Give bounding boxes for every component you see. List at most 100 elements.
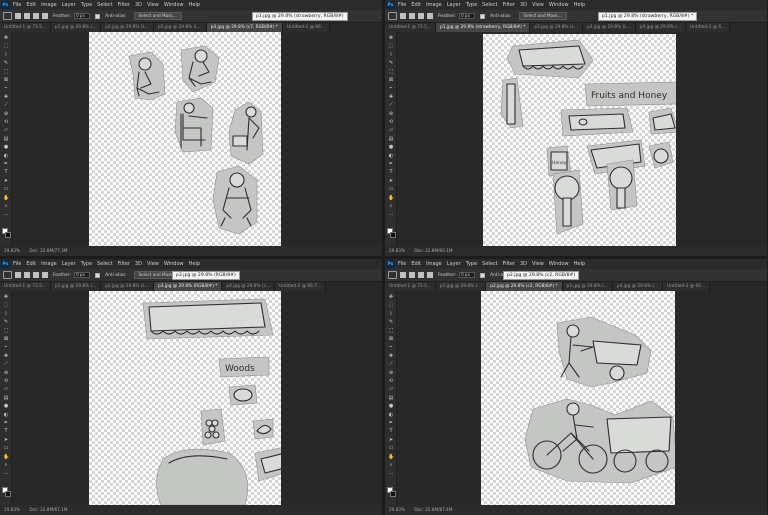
photoshop-logo-icon[interactable]: Ps — [386, 1, 395, 9]
pen-tool-icon[interactable]: ✒ — [388, 421, 394, 426]
new-selection-icon[interactable] — [400, 272, 406, 278]
crop-tool-icon[interactable]: ⛶ — [388, 328, 394, 334]
menu-select[interactable]: Select — [97, 2, 112, 8]
marquee-tool-icon[interactable]: ⬚ — [3, 303, 9, 308]
blur-tool-icon[interactable]: ● — [3, 145, 9, 150]
gradient-tool-icon[interactable]: ▤ — [388, 395, 394, 401]
menu-help[interactable]: Help — [189, 2, 200, 8]
intersect-selection-icon[interactable] — [42, 13, 48, 19]
path-select-tool-icon[interactable]: ➤ — [3, 437, 9, 443]
menu-file[interactable]: File — [398, 2, 406, 8]
document-tab[interactable]: p1.jpg @ 29.8% (... — [50, 282, 102, 291]
new-selection-icon[interactable] — [15, 272, 21, 278]
crop-tool-icon[interactable]: ⛶ — [3, 69, 9, 75]
menu-edit[interactable]: Edit — [26, 261, 36, 267]
eraser-tool-icon[interactable]: ▱ — [388, 387, 394, 392]
document-tab[interactable]: p2.jpg @ 29.8% (c2, RGB/8#) * — [486, 282, 563, 291]
document-tab[interactable]: p4.jpg @ 29.8% (... — [612, 282, 664, 291]
menu-file[interactable]: File — [13, 261, 21, 267]
menu-type[interactable]: Type — [466, 2, 477, 8]
history-brush-tool-icon[interactable]: ⟲ — [388, 379, 394, 384]
zoom-level[interactable]: 29.83% — [4, 507, 20, 512]
menu-3d[interactable]: 3D — [520, 2, 527, 8]
select-and-mask-button[interactable]: Select and Mask... — [518, 12, 567, 20]
hand-tool-icon[interactable]: ✋ — [388, 195, 394, 201]
background-color-swatch[interactable] — [390, 491, 396, 497]
background-color-swatch[interactable] — [5, 232, 11, 238]
menu-layer[interactable]: Layer — [447, 261, 461, 267]
zoom-level[interactable]: 29.83% — [389, 507, 405, 512]
subtract-selection-icon[interactable] — [33, 13, 39, 19]
menu-view[interactable]: View — [147, 2, 159, 8]
rectangle-tool-icon[interactable]: ▭ — [3, 446, 9, 451]
document-tab[interactable]: p3.jpg @ 29.8% (RGB/8#) * — [153, 282, 223, 291]
menu-image[interactable]: Image — [426, 2, 442, 8]
lasso-tool-icon[interactable]: ⌇ — [3, 52, 9, 58]
frame-tool-icon[interactable]: ⊠ — [3, 78, 9, 83]
zoom-level[interactable]: 29.83% — [389, 248, 405, 253]
eraser-tool-icon[interactable]: ▱ — [388, 128, 394, 133]
document-tab[interactable]: p2.jpg @ 29.8% (L... — [101, 282, 154, 291]
menu-window[interactable]: Window — [164, 2, 184, 8]
feather-input[interactable]: 0 px — [459, 272, 476, 278]
document-tab[interactable]: Untitled-1 @ 73.5... — [385, 282, 436, 291]
document-tab[interactable]: p1.jpg @ 29.8% (strawberry, RGB/8#) * — [435, 23, 531, 32]
photoshop-logo-icon[interactable]: Ps — [1, 1, 10, 9]
intersect-selection-icon[interactable] — [42, 272, 48, 278]
menu-select[interactable]: Select — [97, 261, 112, 267]
document-tab[interactable]: p3.jpg @ 29.8% (L... — [583, 23, 636, 32]
menu-help[interactable]: Help — [574, 261, 585, 267]
lasso-tool-preset-icon[interactable] — [388, 271, 397, 279]
photoshop-logo-icon[interactable]: Ps — [1, 260, 10, 268]
stamp-tool-icon[interactable]: ⊕ — [388, 370, 394, 376]
menu-window[interactable]: Window — [549, 2, 569, 8]
menu-type[interactable]: Type — [466, 261, 477, 267]
frame-tool-icon[interactable]: ⊠ — [3, 337, 9, 342]
document-tab[interactable]: Untitled-2 @ 66.7... — [275, 282, 327, 291]
brush-tool-icon[interactable]: ⟋ — [388, 362, 394, 367]
background-color-swatch[interactable] — [390, 232, 396, 238]
menu-layer[interactable]: Layer — [62, 2, 76, 8]
marquee-tool-icon[interactable]: ⬚ — [388, 303, 394, 308]
rectangle-tool-icon[interactable]: ▭ — [388, 446, 394, 451]
quick-select-tool-icon[interactable]: ✎ — [3, 320, 9, 325]
menu-select[interactable]: Select — [482, 261, 497, 267]
antialias-checkbox[interactable] — [95, 272, 101, 278]
menu-help[interactable]: Help — [574, 2, 585, 8]
more-tool-icon[interactable]: … — [3, 212, 9, 217]
antialias-checkbox[interactable] — [480, 13, 486, 19]
document-canvas[interactable] — [481, 291, 675, 505]
pen-tool-icon[interactable]: ✒ — [388, 162, 394, 167]
hand-tool-icon[interactable]: ✋ — [3, 195, 9, 201]
menu-type[interactable]: Type — [81, 2, 92, 8]
photoshop-logo-icon[interactable]: Ps — [386, 260, 395, 268]
document-tab[interactable]: p2.jpg @ 29.8% (L... — [101, 23, 154, 32]
document-tab[interactable]: p1.jpg @ 29.8% (... — [435, 282, 487, 291]
lasso-tool-preset-icon[interactable] — [3, 271, 12, 279]
rectangle-tool-icon[interactable]: ▭ — [388, 187, 394, 192]
gradient-tool-icon[interactable]: ▤ — [3, 136, 9, 142]
menu-view[interactable]: View — [147, 261, 159, 267]
menu-image[interactable]: Image — [41, 261, 57, 267]
document-tab[interactable]: p1.jpg @ 29.8% (... — [50, 23, 102, 32]
menu-view[interactable]: View — [532, 261, 544, 267]
document-canvas[interactable]: Fruits and Honey Honey — [483, 34, 676, 248]
add-selection-icon[interactable] — [409, 272, 415, 278]
zoom-tool-icon[interactable]: ⌕ — [388, 204, 394, 209]
menu-filter[interactable]: Filter — [118, 261, 130, 267]
document-tab[interactable]: p4.jpg @ 29.8% (c... — [222, 282, 276, 291]
eraser-tool-icon[interactable]: ▱ — [3, 387, 9, 392]
menu-layer[interactable]: Layer — [62, 261, 76, 267]
menu-type[interactable]: Type — [81, 261, 92, 267]
menu-window[interactable]: Window — [549, 261, 569, 267]
document-tab[interactable]: p3.jpg @ 29.8% (L... — [153, 23, 207, 32]
pen-tool-icon[interactable]: ✒ — [3, 421, 9, 426]
blur-tool-icon[interactable]: ● — [3, 404, 9, 409]
frame-tool-icon[interactable]: ⊠ — [388, 78, 394, 83]
document-tab[interactable]: Untitled-1 @ 73.5... — [385, 23, 436, 32]
document-tab[interactable]: Untitled-2 @ 6... — [686, 23, 731, 32]
document-tab[interactable]: p3.jpg @ 29.8% (... — [562, 282, 613, 291]
lasso-tool-icon[interactable]: ⌇ — [388, 52, 394, 58]
select-and-mask-button[interactable]: Select and Mask... — [133, 12, 182, 20]
hand-tool-icon[interactable]: ✋ — [3, 454, 9, 460]
